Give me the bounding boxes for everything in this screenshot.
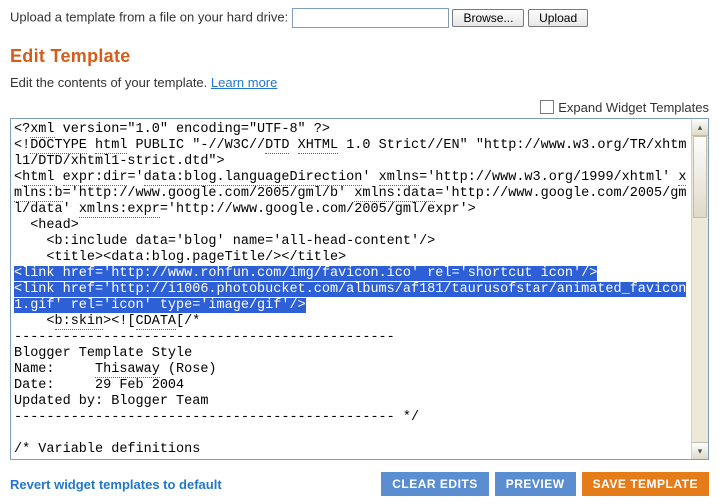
preview-button[interactable]: PREVIEW bbox=[495, 472, 576, 496]
upload-button[interactable]: Upload bbox=[528, 9, 588, 27]
scroll-down-icon[interactable]: ▾ bbox=[692, 442, 708, 459]
file-input[interactable] bbox=[292, 8, 449, 28]
section-title: Edit Template bbox=[10, 46, 709, 67]
scroll-up-icon[interactable]: ▴ bbox=[692, 119, 708, 136]
learn-more-link[interactable]: Learn more bbox=[211, 75, 277, 90]
edit-description: Edit the contents of your template. bbox=[10, 75, 211, 90]
save-template-button[interactable]: SAVE TEMPLATE bbox=[582, 472, 709, 496]
template-editor[interactable]: <?xml version="1.0" encoding="UTF-8" ?> … bbox=[10, 118, 709, 460]
scrollbar[interactable]: ▴ ▾ bbox=[691, 119, 708, 459]
expand-checkbox[interactable] bbox=[540, 100, 554, 114]
upload-label: Upload a template from a file on your ha… bbox=[10, 9, 288, 24]
browse-button[interactable]: Browse... bbox=[452, 9, 524, 27]
clear-edits-button[interactable]: CLEAR EDITS bbox=[381, 472, 489, 496]
selected-text: <link href='http://www.rohfun.com/img/fa… bbox=[14, 266, 597, 281]
revert-link[interactable]: Revert widget templates to default bbox=[10, 477, 222, 492]
scroll-thumb[interactable] bbox=[693, 136, 707, 218]
expand-label: Expand Widget Templates bbox=[558, 100, 709, 115]
